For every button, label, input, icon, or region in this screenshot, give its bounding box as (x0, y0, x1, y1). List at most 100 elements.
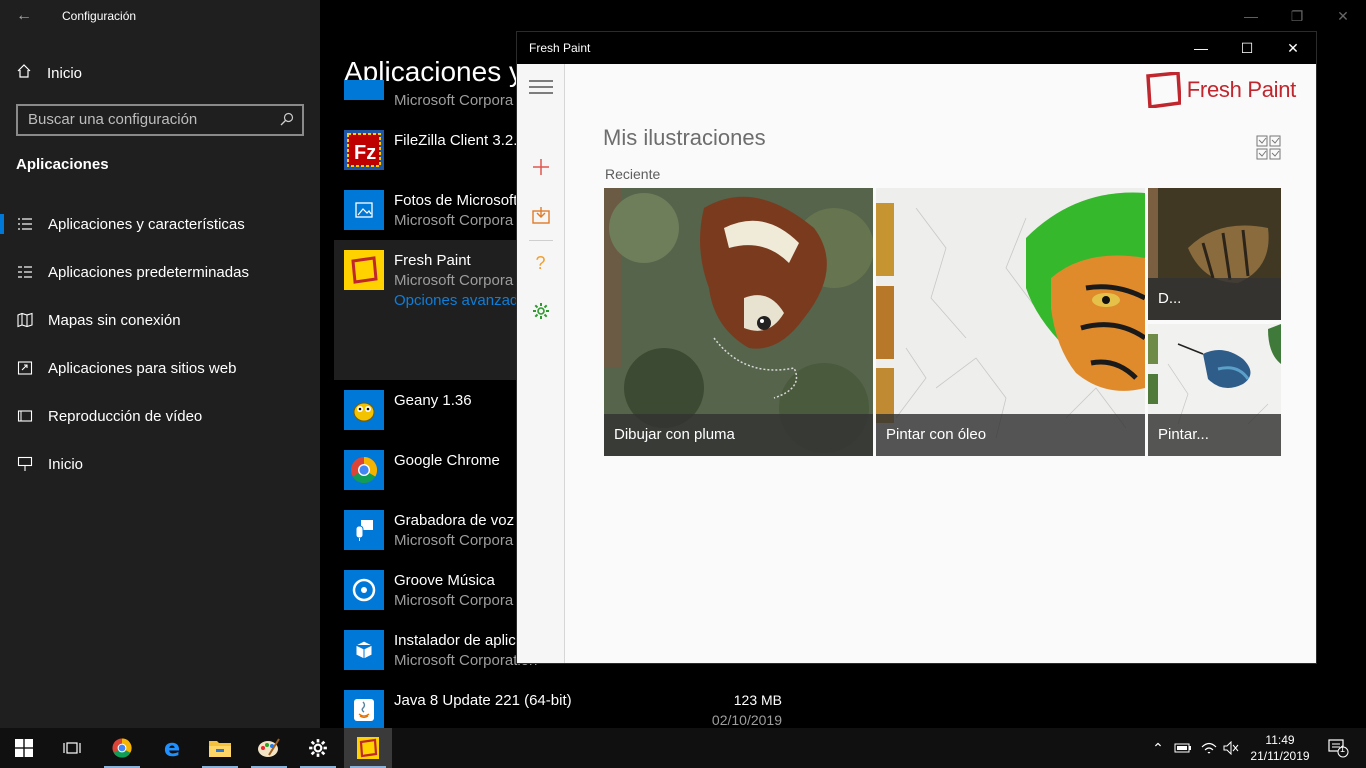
tile-caption: Pintar... (1148, 414, 1281, 456)
artwork-tile[interactable]: Pintar... (1148, 324, 1281, 456)
close-icon: ✕ (1287, 40, 1299, 56)
nav-offline-maps[interactable]: Mapas sin conexión (0, 300, 320, 340)
nav-label: Aplicaciones y características (48, 215, 245, 233)
filezilla-icon: Fz (344, 130, 384, 170)
artwork-tile[interactable]: Pintar con óleo (876, 188, 1145, 456)
settings-titlebar: ← Configuración — ❐ ✕ (0, 0, 1366, 32)
fresh-paint-nav-rail: ? (517, 64, 565, 663)
settings-search-box[interactable] (16, 104, 304, 136)
settings-button[interactable] (517, 291, 564, 331)
section-title: Aplicaciones (16, 156, 109, 173)
window-title: Configuración (62, 9, 137, 23)
app-publisher: Microsoft Corpora (394, 92, 514, 109)
select-mode-button[interactable] (1256, 135, 1282, 161)
page-title: Mis ilustraciones (603, 125, 766, 150)
taskbar-file-explorer[interactable] (196, 728, 244, 768)
maximize-button[interactable]: ☐ (1224, 32, 1270, 64)
new-icon (532, 159, 549, 175)
import-button[interactable] (517, 195, 564, 235)
battery-icon (1174, 743, 1191, 753)
nav-label: Inicio (48, 455, 84, 473)
default-apps-icon (17, 264, 33, 280)
app-name: Fresh Paint (394, 252, 471, 269)
minimize-button[interactable]: — (1178, 32, 1224, 64)
app-publisher: Microsoft Corpora (394, 212, 514, 229)
task-view-button[interactable] (48, 728, 96, 768)
tray-overflow-button[interactable]: ⌃ (1148, 728, 1168, 768)
help-button[interactable]: ? (517, 243, 564, 283)
settings-icon (532, 303, 549, 319)
menu-icon (528, 80, 553, 94)
back-button[interactable]: ← (8, 4, 40, 28)
search-icon[interactable] (280, 112, 294, 126)
action-center-button[interactable]: 1 (1318, 728, 1358, 768)
back-arrow-icon: ← (16, 7, 32, 24)
restore-icon: ❐ (1290, 8, 1304, 24)
app-name: FileZilla Client 3.2.8 (394, 132, 526, 149)
geany-icon (344, 390, 384, 430)
video-icon (17, 408, 33, 424)
section-label: Reciente (605, 166, 661, 182)
fresh-paint-window: Fresh Paint — ☐ ✕ ? Fresh Paint Mis ilus… (516, 31, 1317, 664)
start-button[interactable] (0, 728, 48, 768)
tray-network[interactable] (1198, 728, 1220, 768)
clock-date: 21/11/2019 (1250, 749, 1310, 763)
tray-volume[interactable] (1220, 728, 1242, 768)
settings-sidebar: Inicio Aplicaciones Aplicaciones y carac… (0, 0, 320, 728)
nav-startup[interactable]: Inicio (0, 444, 320, 484)
groove-music-icon (344, 570, 384, 610)
nav-default-apps[interactable]: Aplicaciones predeterminadas (0, 252, 320, 292)
fresh-paint-logo: Fresh Paint (1145, 72, 1296, 108)
fresh-paint-titlebar: Fresh Paint — ☐ ✕ (517, 32, 1316, 64)
fresh-paint-icon (357, 737, 379, 759)
nav-video-playback[interactable]: Reproducción de vídeo (0, 396, 320, 436)
minimize-button[interactable]: — (1228, 0, 1274, 32)
taskbar-chrome[interactable] (98, 728, 146, 768)
home-icon (16, 63, 32, 83)
restore-button[interactable]: ❐ (1274, 0, 1320, 32)
nav-website-apps[interactable]: Aplicaciones para sitios web (0, 348, 320, 388)
close-button[interactable]: ✕ (1270, 32, 1316, 64)
menu-button[interactable] (517, 67, 564, 107)
close-button[interactable]: ✕ (1320, 0, 1366, 32)
help-icon: ? (535, 252, 546, 273)
taskbar-settings[interactable] (294, 728, 342, 768)
app-name: Fotos de Microsoft (394, 192, 518, 209)
app-size: 123 MB (733, 692, 782, 708)
artwork-tile[interactable]: D... (1148, 188, 1281, 320)
paint-icon (258, 738, 280, 757)
advanced-options-link[interactable]: Opciones avanzada (394, 292, 527, 309)
select-grid-icon (1256, 135, 1281, 160)
nav-apps-features[interactable]: Aplicaciones y características (0, 204, 320, 244)
rail-divider (529, 240, 553, 241)
sidebar-home-label: Inicio (47, 64, 83, 82)
svg-text:Fz: Fz (354, 142, 376, 164)
voice-recorder-icon (344, 510, 384, 550)
new-painting-button[interactable] (517, 147, 564, 187)
window-title: Fresh Paint (529, 41, 591, 55)
notifications-icon (1328, 739, 1349, 758)
nav-label: Mapas sin conexión (48, 311, 181, 329)
app-publisher: Microsoft Corpora (394, 592, 514, 609)
java-icon (344, 690, 384, 730)
nav-label: Reproducción de vídeo (48, 407, 203, 425)
taskbar-paint[interactable] (245, 728, 293, 768)
artwork-tile[interactable]: Dibujar con pluma (604, 188, 873, 456)
app-name: Google Chrome (394, 452, 500, 469)
website-app-icon (17, 360, 33, 376)
chevron-up-icon: ⌃ (1152, 739, 1164, 756)
maximize-icon: ☐ (1240, 40, 1254, 56)
taskbar-clock[interactable]: 11:49 21/11/2019 (1240, 732, 1320, 764)
search-input[interactable] (28, 111, 268, 128)
sidebar-home[interactable]: Inicio (16, 60, 82, 86)
apps-list-icon (17, 216, 33, 232)
map-icon (17, 312, 33, 328)
settings-icon (309, 739, 327, 757)
app-name: Instalador de aplic (394, 632, 516, 649)
tile-caption: D... (1148, 278, 1281, 320)
taskbar-fresh-paint[interactable] (344, 728, 392, 768)
tray-battery[interactable] (1172, 728, 1194, 768)
fresh-paint-logo-icon (1145, 72, 1181, 108)
app-name: Groove Música (394, 572, 495, 589)
taskbar-edge[interactable]: e (148, 728, 196, 768)
